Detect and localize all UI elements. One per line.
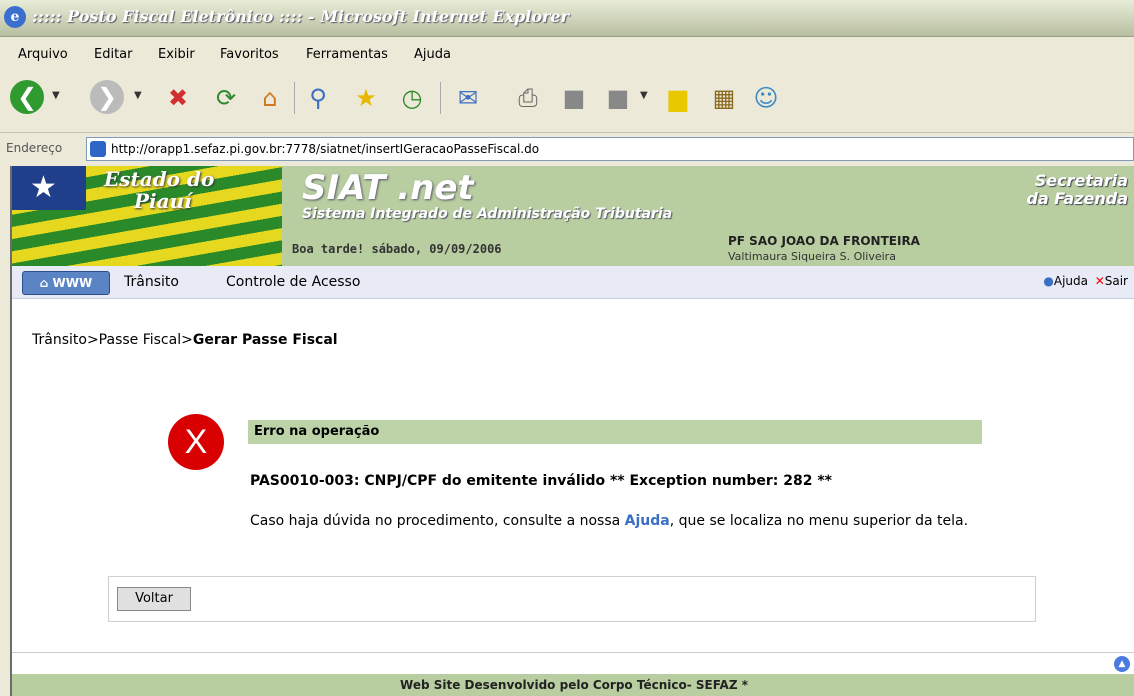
button-panel: Voltar — [108, 576, 1036, 622]
site-banner: ★ Estado do Piauí SIAT .net Sistema Inte… — [12, 166, 1134, 266]
edit-dropdown-icon[interactable]: ▼ — [640, 90, 648, 101]
ie-logo-icon: e — [4, 6, 26, 28]
address-url[interactable]: http://orapp1.sefaz.pi.gov.br:7778/siatn… — [111, 142, 539, 156]
error-message: PAS0010-003: CNPJ/CPF do emitente inváli… — [250, 473, 833, 489]
star-icon: ★ — [30, 170, 57, 205]
toolbar: ❮ ▼ ❯ ▼ ✖ ⟳ ⌂ ⚲ ★ ◷ ✉ ⎙ ■ ■ ▼ ▆ ▦ ☺ — [0, 72, 1134, 128]
scroll-up-icon[interactable]: ▲ — [1114, 656, 1130, 672]
address-bar: Endereço http://orapp1.sefaz.pi.gov.br:7… — [0, 132, 1134, 165]
state-line2: Piauí — [134, 189, 192, 213]
menu-bar: Arquivo Editar Exibir Favoritos Ferramen… — [0, 44, 1134, 68]
help-text-after: , que se localiza no menu superior da te… — [669, 513, 969, 529]
help-inline-link[interactable]: Ajuda — [625, 513, 670, 529]
breadcrumb: Trânsito>Passe Fiscal>Gerar Passe Fiscal — [32, 332, 338, 348]
back-button[interactable]: Voltar — [117, 587, 191, 611]
title-bar: e ::::: Posto Fiscal Eletrônico :::: - M… — [0, 0, 1134, 37]
footer-spacer: ▲ — [12, 652, 1134, 675]
menu-exibir[interactable]: Exibir — [158, 47, 195, 62]
secretaria-line2: da Fazenda — [1026, 189, 1128, 208]
breadcrumb-current: Gerar Passe Fiscal — [192, 332, 338, 348]
error-title-bar: Erro na operação — [248, 420, 982, 444]
error-icon: X — [168, 414, 224, 470]
address-label: Endereço — [6, 141, 63, 155]
refresh-icon[interactable]: ⟳ — [208, 80, 244, 116]
address-input[interactable]: http://orapp1.sefaz.pi.gov.br:7778/siatn… — [86, 137, 1134, 161]
exit-link[interactable]: ✕Sair — [1095, 274, 1128, 288]
stop-icon[interactable]: ✖ — [160, 80, 196, 116]
discuss-icon[interactable]: ■ — [600, 80, 636, 116]
nav-bar: ⌂ WWW Trânsito Controle de Acesso ●Ajuda… — [12, 266, 1134, 299]
www-label: WWW — [52, 276, 93, 290]
search-icon[interactable]: ⚲ — [300, 80, 336, 116]
help-icon: ● — [1043, 274, 1054, 288]
nav-item-controle-acesso[interactable]: Controle de Acesso — [226, 274, 360, 290]
greeting: Boa tarde! sábado, 09/09/2006 — [292, 242, 502, 256]
research-icon[interactable]: ▦ — [706, 80, 742, 116]
back-icon[interactable]: ❮ — [10, 80, 44, 114]
menu-favoritos[interactable]: Favoritos — [220, 47, 279, 62]
browser-content: ★ Estado do Piauí SIAT .net Sistema Inte… — [10, 166, 1134, 696]
system-subtitle: Sistema Integrado de Administração Tribu… — [302, 206, 673, 222]
window-title: ::::: Posto Fiscal Eletrônico :::: - Mic… — [32, 7, 570, 26]
secretaria-logo: Secretaria da Fazenda — [1026, 172, 1128, 208]
favorites-icon[interactable]: ★ — [348, 80, 384, 116]
home-www-button[interactable]: ⌂ WWW — [22, 271, 110, 295]
mail-icon[interactable]: ✉ — [450, 80, 486, 116]
menu-ajuda[interactable]: Ajuda — [414, 47, 451, 62]
help-text-before: Caso haja dúvida no procedimento, consul… — [250, 513, 625, 529]
exit-label: Sair — [1104, 274, 1128, 288]
help-label: Ajuda — [1053, 274, 1088, 288]
state-name: Estado do Piauí — [104, 168, 214, 212]
forward-icon[interactable]: ❯ — [90, 80, 124, 114]
home-icon[interactable]: ⌂ — [252, 80, 288, 116]
secretaria-line1: Secretaria — [1034, 171, 1128, 190]
footer-credit: Web Site Desenvolvido pelo Corpo Técnico… — [12, 674, 1134, 696]
breadcrumb-path: Trânsito>Passe Fiscal> — [32, 332, 193, 348]
notes-icon[interactable]: ▆ — [660, 80, 696, 116]
nav-item-transito[interactable]: Trânsito — [124, 274, 179, 290]
close-icon: ✕ — [1094, 274, 1105, 288]
history-icon[interactable]: ◷ — [394, 80, 430, 116]
back-dropdown-icon[interactable]: ▼ — [52, 90, 60, 101]
state-line1: Estado do — [104, 167, 215, 191]
home-icon: ⌂ — [39, 276, 53, 290]
menu-arquivo[interactable]: Arquivo — [18, 47, 68, 62]
help-text: Caso haja dúvida no procedimento, consul… — [250, 512, 990, 530]
error-title: Erro na operação — [254, 424, 380, 439]
print-icon[interactable]: ⎙ — [510, 80, 546, 116]
help-link[interactable]: ●Ajuda — [1043, 274, 1088, 288]
menu-ferramentas[interactable]: Ferramentas — [306, 47, 388, 62]
piaui-flag: ★ Estado do Piauí — [12, 166, 282, 266]
edit-icon[interactable]: ■ — [556, 80, 592, 116]
menu-editar[interactable]: Editar — [94, 47, 133, 62]
post-name: PF SAO JOAO DA FRONTEIRA — [728, 234, 920, 248]
messenger-icon[interactable]: ☺ — [748, 80, 784, 116]
page-icon — [90, 141, 106, 157]
user-name: Valtimaura Siqueira S. Oliveira — [728, 250, 896, 263]
system-title: SIAT .net — [302, 168, 474, 208]
forward-dropdown-icon[interactable]: ▼ — [134, 90, 142, 101]
